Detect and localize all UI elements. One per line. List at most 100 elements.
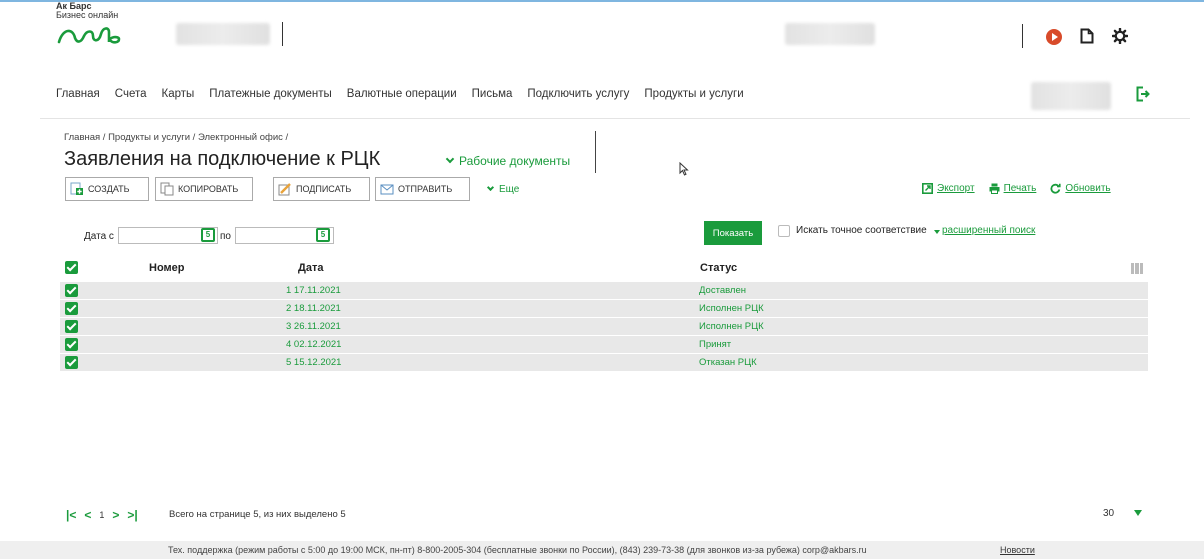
copy-label: КОПИРОВАТЬ — [178, 184, 239, 194]
current-page[interactable]: 1 — [99, 510, 104, 520]
envelope-icon — [380, 184, 394, 195]
nav-item-accounts[interactable]: Счета — [115, 88, 147, 100]
header-divider — [282, 22, 283, 46]
toolbar-actions: Экспорт Печать Обновить — [922, 183, 1111, 194]
pagination: |< < 1 > >| — [66, 508, 138, 522]
news-link[interactable]: Новости — [1000, 545, 1035, 555]
export-button[interactable]: Экспорт — [922, 183, 975, 194]
per-page-select[interactable]: 30 — [1103, 508, 1114, 519]
print-button[interactable]: Печать — [989, 183, 1037, 194]
print-label: Печать — [1003, 183, 1037, 194]
pager-info: Всего на странице 5, из них выделено 5 — [169, 509, 346, 520]
more-dropdown[interactable]: Еще — [486, 183, 520, 195]
row-checkbox[interactable] — [65, 320, 78, 333]
title-divider — [595, 131, 596, 173]
export-icon — [922, 183, 933, 194]
copy-button[interactable]: КОПИРОВАТЬ — [155, 177, 253, 201]
row-checkbox[interactable] — [65, 284, 78, 297]
table-row[interactable]: 3 26.11.2021 Исполнен РЦК — [60, 318, 1148, 336]
documents-button[interactable] — [1077, 26, 1097, 46]
blurred-user-name — [785, 23, 875, 45]
table-row[interactable]: 4 02.12.2021 Принят — [60, 336, 1148, 354]
prev-page-icon[interactable]: < — [84, 508, 91, 522]
blurred-nav-field — [1031, 82, 1111, 110]
row-status: Доставлен — [699, 285, 747, 296]
nav-item-letters[interactable]: Письма — [472, 88, 513, 100]
row-status: Принят — [699, 339, 732, 350]
nav-item-cards[interactable]: Карты — [162, 88, 195, 100]
work-docs-toggle[interactable]: Рабочие документы — [445, 154, 571, 168]
advanced-search-label: расширенный поиск — [942, 225, 1036, 236]
nav-item-home[interactable]: Главная — [56, 88, 100, 100]
nav-item-connect-service[interactable]: Подключить услугу — [527, 88, 629, 100]
send-label: ОТПРАВИТЬ — [398, 184, 453, 194]
print-icon — [989, 183, 1000, 194]
header-divider-right — [1022, 24, 1023, 48]
export-label: Экспорт — [937, 183, 975, 194]
nav-item-currency[interactable]: Валютные операции — [347, 88, 457, 100]
sign-button[interactable]: ПОДПИСАТЬ — [273, 177, 370, 201]
advanced-search-link[interactable]: расширенный поиск — [934, 225, 1035, 236]
row-checkbox[interactable] — [65, 356, 78, 369]
chevron-down-icon — [445, 154, 455, 164]
col-date[interactable]: Дата — [298, 262, 323, 274]
table-body: 1 17.11.2021 Доставлен 2 18.11.2021 Испо… — [60, 282, 1148, 372]
main-nav: Главная Счета Карты Платежные документы … — [56, 88, 759, 100]
refresh-button[interactable]: Обновить — [1050, 183, 1111, 194]
sign-icon — [278, 183, 291, 196]
settings-button[interactable] — [1110, 26, 1130, 46]
row-number-date: 5 15.12.2021 — [286, 357, 342, 368]
table-row[interactable]: 2 18.11.2021 Исполнен РЦК — [60, 300, 1148, 318]
document-icon — [1080, 28, 1094, 44]
copy-icon — [160, 182, 174, 196]
per-page-dropdown-icon[interactable] — [1134, 510, 1142, 516]
date-from-label: Дата с — [84, 231, 114, 242]
footer: Тех. поддержка (режим работы с 5:00 до 1… — [0, 541, 1204, 559]
column-settings-icon[interactable] — [1131, 263, 1143, 274]
row-number-date: 4 02.12.2021 — [286, 339, 342, 350]
row-status: Исполнен РЦК — [699, 303, 764, 314]
chevron-down-icon — [486, 183, 495, 192]
first-page-icon[interactable]: |< — [66, 508, 76, 522]
top-strip — [0, 0, 1204, 2]
last-page-icon[interactable]: >| — [127, 508, 137, 522]
row-number-date: 1 17.11.2021 — [286, 285, 341, 296]
record-button[interactable] — [1044, 27, 1064, 47]
select-all-checkbox[interactable] — [65, 261, 78, 274]
send-button[interactable]: ОТПРАВИТЬ — [375, 177, 470, 201]
row-number-date: 3 26.11.2021 — [286, 321, 341, 332]
date-to-label: по — [220, 231, 231, 242]
blurred-company-name — [176, 23, 270, 45]
nav-item-products[interactable]: Продукты и услуги — [644, 88, 743, 100]
logo[interactable]: Ак Барс Бизнес онлайн — [56, 2, 118, 20]
exact-match-checkbox[interactable] — [778, 225, 790, 237]
calendar-icon[interactable]: 5 — [316, 228, 330, 242]
show-button[interactable]: Показать — [704, 221, 762, 245]
row-number-date: 2 18.11.2021 — [286, 303, 341, 314]
table-row[interactable]: 5 15.12.2021 Отказан РЦК — [60, 354, 1148, 372]
breadcrumb[interactable]: Главная / Продукты и услуги / Электронны… — [64, 132, 288, 143]
logout-icon — [1136, 86, 1150, 102]
calendar-icon[interactable]: 5 — [201, 228, 215, 242]
logo-glyph-icon — [57, 27, 121, 44]
exact-match-label: Искать точное соответствие — [796, 225, 927, 236]
mouse-cursor-icon — [679, 162, 689, 176]
table-header: Номер Дата Статус — [60, 259, 1150, 279]
col-status[interactable]: Статус — [700, 262, 737, 274]
support-info: Тех. поддержка (режим работы с 5:00 до 1… — [168, 545, 867, 555]
gear-icon — [1112, 28, 1128, 44]
row-checkbox[interactable] — [65, 338, 78, 351]
create-button[interactable]: СОЗДАТЬ — [65, 177, 149, 201]
col-number[interactable]: Номер — [149, 262, 185, 274]
next-page-icon[interactable]: > — [112, 508, 119, 522]
table-row[interactable]: 1 17.11.2021 Доставлен — [60, 282, 1148, 300]
row-checkbox[interactable] — [65, 302, 78, 315]
work-docs-label: Рабочие документы — [459, 154, 571, 168]
logout-button[interactable] — [1136, 86, 1150, 107]
sign-label: ПОДПИСАТЬ — [296, 184, 352, 194]
record-icon — [1046, 29, 1062, 45]
more-label: Еще — [499, 184, 520, 195]
nav-item-payment-docs[interactable]: Платежные документы — [209, 88, 332, 100]
create-label: СОЗДАТЬ — [88, 184, 130, 194]
refresh-label: Обновить — [1065, 183, 1111, 194]
